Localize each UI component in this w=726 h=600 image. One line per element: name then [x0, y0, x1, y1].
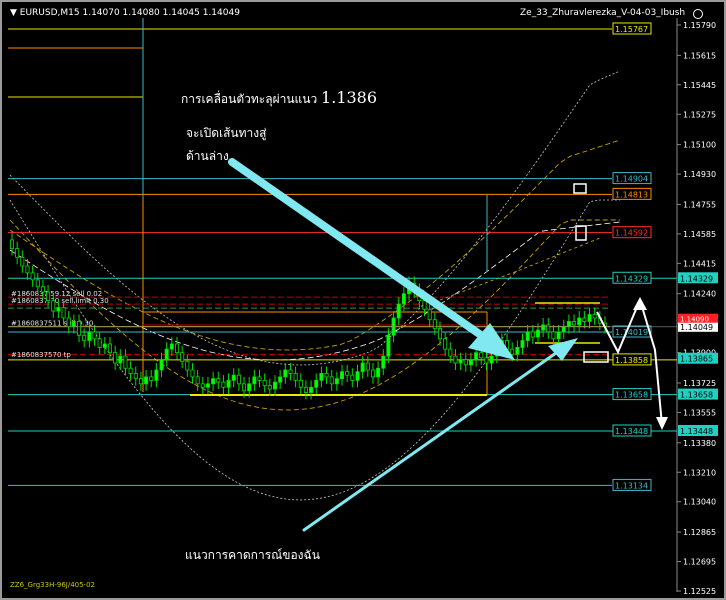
annotation-line-2: จะเปิดเส้นทางสู่	[186, 126, 267, 140]
footer-label: ZZ6_Grg33H-96J/405-02	[10, 581, 95, 589]
annotation-price: 1.1386	[321, 88, 378, 107]
smiley-icon	[693, 9, 703, 19]
symbol-header: ▼ EURUSD,M15 1.14070 1.14080 1.14045 1.1…	[10, 8, 240, 18]
chart-window: 1.15790 1.15615 1.15445 1.15275 1.15100 1.149…	[0, 0, 726, 600]
annotation-line-1: การเคลื่อนตัวทะลุผ่านแนว 1.1386	[181, 88, 377, 109]
annotation-line-3: ด้านล่าง	[186, 149, 229, 163]
annotation-bottom: แนวการคาดการณ์ของฉัน	[185, 548, 320, 562]
indicator-name: Ze_33_Zhuravlerezka_V-04-03_Ibush	[520, 8, 686, 18]
annotation-line-1-text: การเคลื่อนตัวทะลุผ่านแนว	[181, 92, 322, 106]
